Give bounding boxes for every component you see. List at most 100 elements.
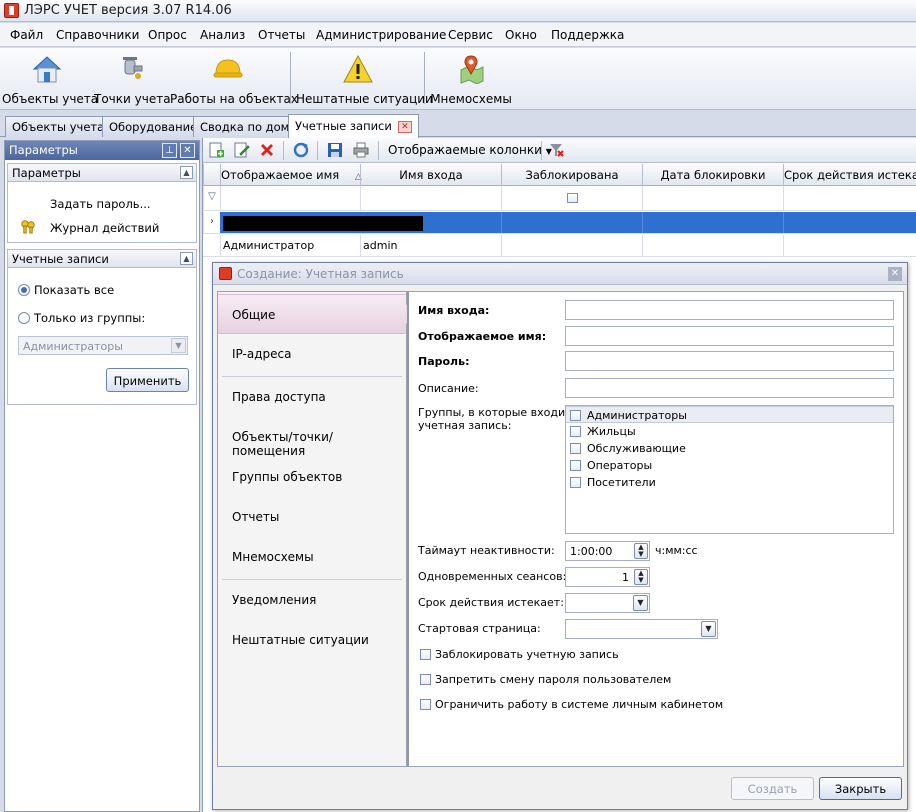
spinner-icon[interactable]: ▲ ▼ — [634, 569, 648, 585]
columns-dropdown[interactable]: Отображаемые колонки ▼ — [388, 143, 552, 157]
tab-accounting-objects[interactable]: Объекты учета — [5, 116, 112, 137]
toolbar-mnemoschemes-button[interactable]: Мнемосхемы — [430, 48, 512, 108]
group-item-operators[interactable]: Операторы — [566, 457, 893, 474]
group-item-residents[interactable]: Жильцы — [566, 423, 893, 440]
tab-accounts[interactable]: Учетные записи ✕ — [288, 114, 419, 138]
group-item-administrators[interactable]: Администраторы — [566, 406, 893, 423]
clear-filter-icon[interactable] — [548, 142, 564, 158]
menu-administration[interactable]: Администрирование — [316, 28, 446, 42]
table-row[interactable]: Администратор admin — [203, 235, 916, 257]
nav-objects[interactable]: Объекты/точки/помещения — [218, 417, 406, 458]
chevron-down-icon[interactable]: ▼ — [633, 595, 648, 611]
column-expires[interactable]: Срок действия истекает — [783, 164, 916, 186]
limit-cabinet-option[interactable]: Ограничить работу в системе личным кабин… — [420, 698, 723, 711]
nav-access-rights[interactable]: Права доступа — [218, 377, 406, 417]
nav-ip-addresses[interactable]: IP-адреса — [218, 334, 406, 374]
dialog-close-icon[interactable]: ✕ — [888, 267, 902, 281]
pin-icon[interactable]: ⊥ — [162, 143, 177, 158]
column-display-name[interactable]: Отображаемое имя △ — [220, 164, 362, 186]
group-item-service[interactable]: Обслуживающие — [566, 440, 893, 457]
sessions-label: Одновременных сеансов: — [418, 570, 567, 583]
menu-support[interactable]: Поддержка — [551, 28, 624, 42]
print-icon[interactable] — [353, 142, 369, 158]
nav-general[interactable]: Общие — [218, 294, 406, 334]
limit-cabinet-checkbox[interactable] — [420, 699, 431, 710]
filter-cell[interactable] — [501, 186, 642, 210]
start-page-select[interactable]: ▼ — [565, 619, 718, 639]
filter-cell[interactable] — [642, 186, 783, 210]
filter-icon: ▽ — [203, 186, 220, 210]
group-checkbox[interactable] — [570, 460, 581, 471]
group-checkbox[interactable] — [570, 443, 581, 454]
grid-toolbar-separator — [378, 141, 379, 160]
expires-select[interactable]: ▼ — [565, 593, 650, 613]
nav-reports[interactable]: Отчеты — [218, 497, 406, 537]
menu-reports[interactable]: Отчеты — [258, 28, 305, 42]
display-name-input[interactable] — [565, 326, 894, 346]
toolbar-objects-button[interactable]: Объекты учета — [2, 48, 98, 108]
lock-account-checkbox[interactable] — [420, 649, 431, 660]
group-select: Администраторы ▼ — [18, 336, 188, 355]
description-input[interactable] — [565, 378, 894, 398]
group-checkbox[interactable] — [570, 477, 581, 488]
sessions-input[interactable]: 1 ▲ ▼ — [565, 567, 650, 587]
table-cell — [783, 235, 916, 256]
forbid-password-option[interactable]: Запретить смену пароля пользователем — [420, 673, 671, 686]
toolbar-incidents-button[interactable]: Нештатные ситуации — [296, 48, 433, 108]
timeout-input[interactable]: 1:00:00 ▲ ▼ — [565, 541, 650, 561]
set-password-link[interactable]: Задать пароль... — [50, 197, 151, 211]
tab-equipment[interactable]: Оборудование — [102, 116, 205, 137]
close-button[interactable]: Закрыть — [819, 777, 902, 800]
chevron-down-icon[interactable]: ▼ — [701, 621, 716, 637]
add-record-icon[interactable] — [209, 142, 225, 158]
filter-cell[interactable] — [360, 186, 501, 210]
group-checkbox[interactable] — [570, 410, 581, 421]
tab-house-summary[interactable]: Сводка по дому — [193, 116, 304, 137]
accounts-filter-header: Учетные записи ▲ — [8, 250, 196, 268]
filter-cell[interactable] — [783, 186, 916, 210]
action-log-link[interactable]: Журнал действий — [50, 221, 159, 235]
nav-object-groups[interactable]: Группы объектов — [218, 457, 406, 497]
close-tab-icon[interactable]: ✕ — [397, 120, 412, 133]
current-row-icon: › — [203, 212, 220, 233]
group-item-visitors[interactable]: Посетители — [566, 474, 893, 491]
collapse-icon[interactable]: ▲ — [180, 252, 193, 265]
table-cell — [783, 212, 916, 233]
column-login[interactable]: Имя входа — [360, 164, 501, 186]
delete-record-icon[interactable] — [259, 142, 275, 158]
create-button[interactable]: Создать — [731, 777, 814, 800]
menu-file[interactable]: Файл — [10, 28, 43, 42]
refresh-icon[interactable] — [293, 142, 309, 158]
forbid-password-checkbox[interactable] — [420, 674, 431, 685]
password-input[interactable] — [565, 351, 894, 371]
nav-mnemoschemes[interactable]: Мнемосхемы — [218, 537, 406, 577]
close-icon[interactable]: ✕ — [180, 143, 195, 158]
row-indicator — [203, 235, 220, 256]
edit-record-icon[interactable] — [234, 142, 250, 158]
save-icon[interactable] — [327, 142, 343, 158]
column-block-date[interactable]: Дата блокировки — [642, 164, 783, 186]
nav-incidents[interactable]: Нештатные ситуации — [218, 620, 406, 660]
menu-polling[interactable]: Опрос — [148, 28, 187, 42]
toolbar-separator — [290, 52, 291, 104]
menu-analysis[interactable]: Анализ — [200, 28, 245, 42]
title-bar: ЛЭРС УЧЕТ версия 3.07 R14.06 — [0, 0, 916, 22]
menu-directories[interactable]: Справочники — [56, 28, 139, 42]
filter-cell[interactable] — [220, 186, 360, 210]
nav-notifications[interactable]: Уведомления — [218, 580, 406, 620]
table-row[interactable]: › — [203, 212, 916, 234]
apply-button[interactable]: Применить — [106, 368, 189, 392]
menu-service[interactable]: Сервис — [448, 28, 493, 42]
column-blocked[interactable]: Заблокирована — [501, 164, 642, 186]
toolbar-points-button[interactable]: Точки учета — [94, 48, 171, 108]
collapse-icon[interactable]: ▲ — [180, 166, 193, 179]
menu-window[interactable]: Окно — [505, 28, 537, 42]
group-checkbox[interactable] — [570, 426, 581, 437]
only-group-radio[interactable] — [18, 312, 30, 324]
login-input[interactable] — [565, 300, 894, 320]
show-all-radio[interactable] — [18, 284, 30, 296]
toolbar-works-button[interactable]: Работы на объектах — [170, 48, 298, 108]
spinner-icon[interactable]: ▲ ▼ — [634, 543, 648, 559]
lock-account-option[interactable]: Заблокировать учетную запись — [420, 648, 619, 661]
blocked-filter-checkbox[interactable] — [566, 193, 578, 203]
